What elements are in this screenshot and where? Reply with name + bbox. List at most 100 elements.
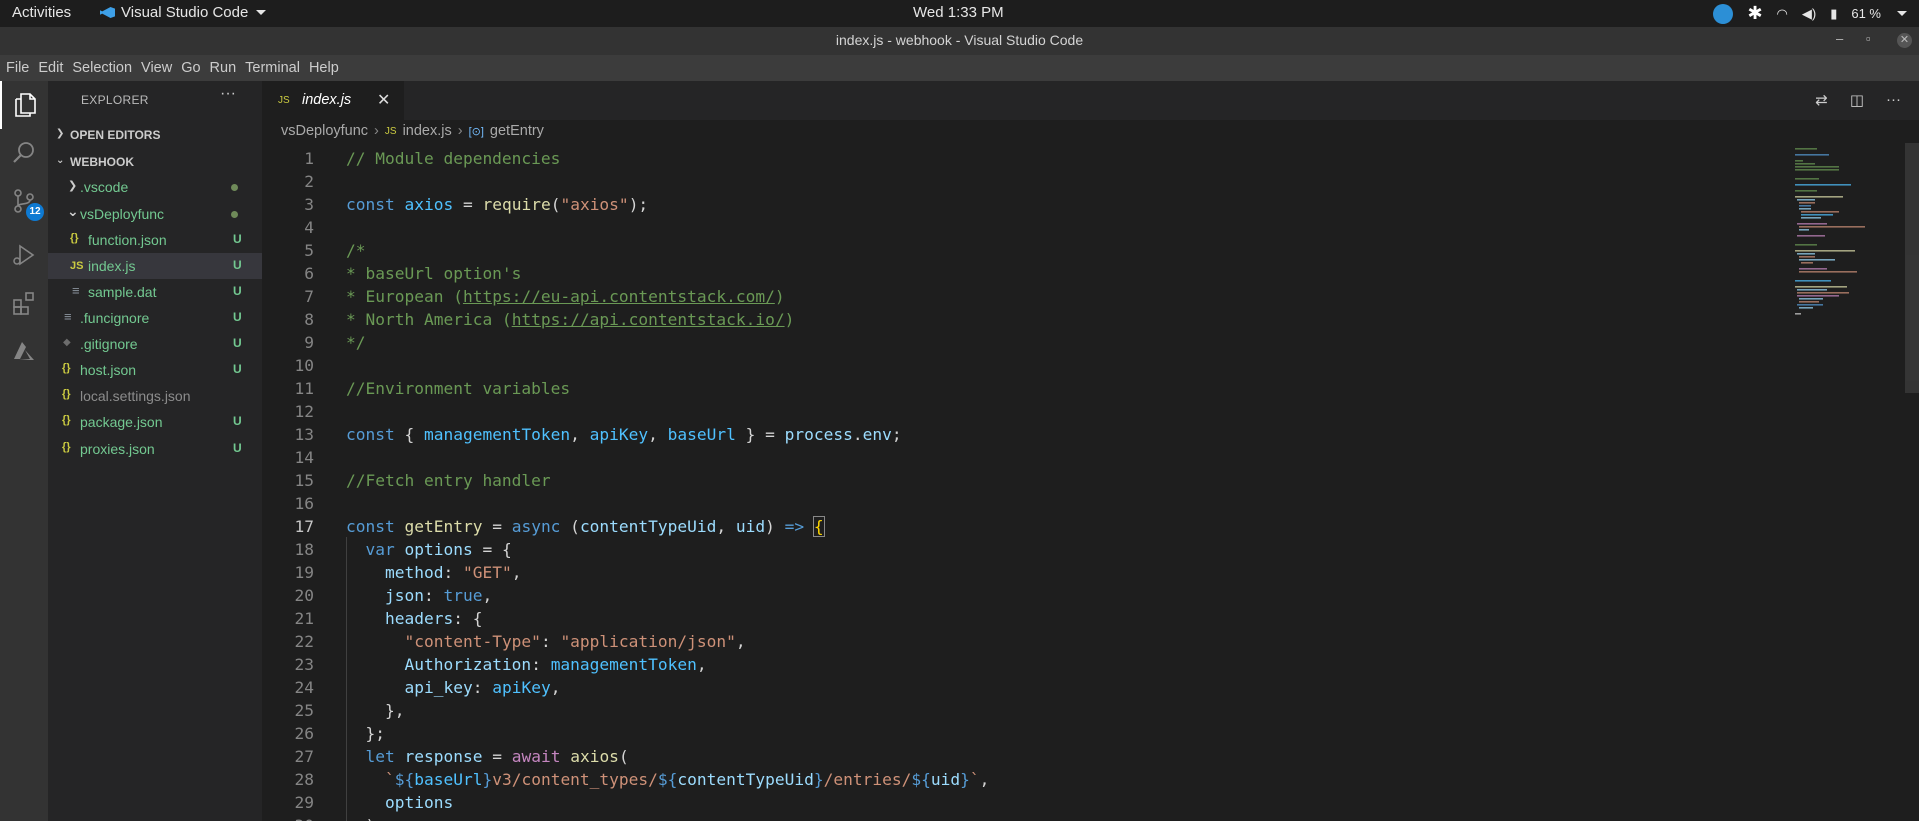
editor-tab-bar: JS index.js ✕ ⇄ ◫ ··· [262,81,1919,120]
code-line: 27 let response = await axios( [294,747,629,766]
scrollbar-thumb[interactable] [1905,143,1919,393]
open-editors-label: OPEN EDITORS [70,128,161,142]
code-line: 23 Authorization: managementToken, [294,655,707,674]
code-line: 26 }; [294,724,385,743]
activity-bar: 12 [0,81,48,821]
code-editor[interactable]: 1// Module dependencies 2 3 const axios =… [262,143,1912,821]
git-file-icon: ◆ [63,337,71,348]
json-file-icon: {} [62,441,71,453]
breadcrumb-file[interactable]: index.js [403,123,452,139]
vscode-logo-icon [100,5,115,20]
tree-file-package-json[interactable]: {} package.json U [48,409,262,435]
menu-edit[interactable]: Edit [38,60,63,76]
vertical-scrollbar[interactable] [1905,143,1919,821]
tab-index-js[interactable]: JS index.js ✕ [262,81,404,120]
menu-run[interactable]: Run [210,60,237,76]
code-line: 18 var options = { [294,540,512,559]
breadcrumb-folder[interactable]: vsDeployfunc [281,123,368,139]
code-line: 21 headers: { [294,609,483,628]
close-window-icon[interactable]: ✕ [1897,33,1912,48]
tree-file-funcignore[interactable]: ≡ .funcignore U [48,305,262,331]
tree-folder-vscode[interactable]: ❯ .vscode [48,174,262,200]
chevron-down-icon[interactable] [1897,11,1907,16]
system-tray[interactable]: ✱ ◠ ◀) ▮ 61 % [1713,3,1907,24]
menu-selection[interactable]: Selection [72,60,132,76]
code-line: 20 json: true, [294,586,493,605]
tree-file-sample-dat[interactable]: ≡ sample.dat U [48,279,262,305]
tree-item-label: proxies.json [80,441,155,457]
tree-item-label: function.json [88,232,167,248]
code-line: 22 "content-Type": "application/json", [294,632,746,651]
search-icon[interactable] [0,129,48,177]
javascript-file-icon: JS [70,260,84,272]
untracked-badge: U [233,232,242,246]
chevron-right-icon: ❯ [56,128,65,139]
split-editor-icon[interactable]: ◫ [1850,91,1864,109]
tree-file-proxies-json[interactable]: {} proxies.json U [48,436,262,462]
more-actions-icon[interactable]: ··· [1886,91,1901,109]
tree-item-label: host.json [80,362,137,378]
software-updater-icon[interactable] [1713,3,1734,24]
code-line: 29 options [294,793,454,812]
app-menu-label: Visual Studio Code [121,4,249,21]
tree-file-index-js[interactable]: JS index.js U [48,253,262,279]
more-actions-icon[interactable]: ··· [220,85,236,103]
source-control-icon[interactable]: 12 [0,177,48,225]
battery-icon[interactable]: ▮ [1830,6,1837,22]
run-debug-icon[interactable] [0,231,48,279]
code-line: 25 }, [294,701,405,720]
menu-go[interactable]: Go [181,60,200,76]
menu-terminal[interactable]: Terminal [245,60,300,76]
json-file-icon: {} [62,362,71,374]
tree-file-local-settings-json[interactable]: {} local.settings.json [48,383,262,409]
azure-icon[interactable] [0,327,48,375]
menu-view[interactable]: View [141,60,172,76]
tree-file-host-json[interactable]: {} host.json U [48,357,262,383]
open-changes-icon[interactable]: ⇄ [1815,91,1828,109]
wifi-icon[interactable]: ◠ [1777,6,1788,22]
system-top-bar: Activities Visual Studio Code Wed 1:33 P… [0,0,1919,27]
extensions-icon[interactable] [0,279,48,327]
modified-dot-icon [231,184,238,191]
workspace-label: WEBHOOK [70,155,134,169]
window-title: index.js - webhook - Visual Studio Code [835,32,1084,48]
open-editors-section[interactable]: ❯ OPEN EDITORS [48,124,262,146]
minimap[interactable] [1795,146,1905,336]
explorer-icon[interactable] [0,81,48,129]
restore-icon[interactable]: ▫ [1866,31,1871,46]
tree-item-label: .gitignore [80,336,138,352]
breadcrumb-symbol[interactable]: getEntry [490,123,544,139]
tree-folder-vsdeployfunc[interactable]: ⌄ vsDeployfunc [48,201,262,227]
chevron-right-icon: ❯ [68,180,78,192]
chevron-down-icon [256,10,267,15]
untracked-badge: U [233,284,242,298]
tree-file-function-json[interactable]: {} function.json U [48,227,262,253]
tab-label: index.js [302,92,352,108]
app-menu[interactable]: Visual Studio Code [100,4,267,21]
slack-icon[interactable]: ✱ [1747,3,1762,24]
menu-file[interactable]: File [6,60,29,76]
activities-button[interactable]: Activities [12,4,71,21]
code-line: 24 api_key: apiKey, [294,678,561,697]
text-file-icon: ≡ [72,283,80,298]
chevron-right-icon: › [374,123,379,139]
code-line: 15//Fetch entry handler [294,471,551,490]
code-line: 10 [294,356,315,375]
battery-percent[interactable]: 61 % [1851,6,1881,21]
explorer-title: EXPLORER [81,93,149,107]
close-tab-icon[interactable]: ✕ [377,90,390,110]
code-line: 4 [304,218,314,237]
untracked-badge: U [233,258,242,272]
tree-file-gitignore[interactable]: ◆ .gitignore U [48,331,262,357]
clock[interactable]: Wed 1:33 PM [913,4,1004,21]
untracked-badge: U [233,441,242,455]
menu-help[interactable]: Help [309,60,339,76]
workspace-section[interactable]: ⌄ WEBHOOK [48,151,262,173]
chevron-down-icon: ⌄ [67,203,79,219]
code-line: 8 * North America (https://api.contentsta… [304,310,795,329]
volume-icon[interactable]: ◀) [1802,6,1816,22]
tree-item-label: .vscode [80,179,129,195]
tree-item-label: package.json [80,414,163,430]
window-title-bar: index.js - webhook - Visual Studio Code … [0,27,1919,55]
minimize-icon[interactable]: – [1836,31,1843,46]
